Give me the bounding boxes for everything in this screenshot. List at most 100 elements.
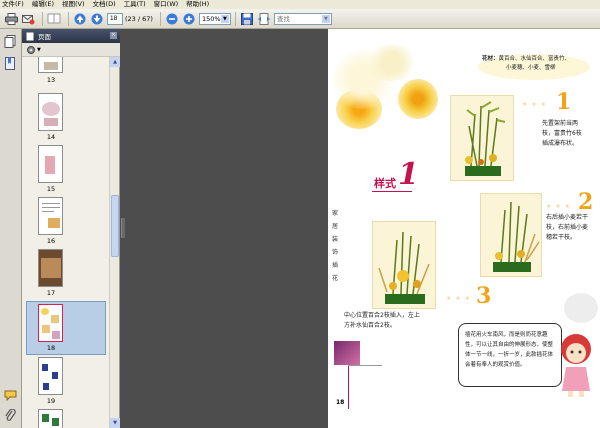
step-1-line-2: 枝，富贵竹6枝: [542, 130, 582, 137]
menu-edit[interactable]: 编辑(E): [32, 0, 54, 9]
scroll-thumb[interactable]: [111, 195, 119, 257]
thumbnail-item[interactable]: [22, 409, 110, 428]
zoom-out-button[interactable]: [165, 12, 179, 26]
thumbnail-label: 16: [46, 237, 56, 245]
side-vertical-text: 家 居 装 饰 插 花: [332, 207, 340, 285]
menu-tools[interactable]: 工具(T): [124, 0, 146, 9]
step-3-text: 中心位置百合2枝插入，左上 方补水仙百合2枝。: [344, 311, 420, 331]
thumbnail-page: [38, 57, 63, 73]
pdf-reader-window: 文件(F) 编辑(E) 视图(V) 文档(D) 工具(T) 窗口(W) 帮助(H…: [0, 0, 600, 428]
flower-decoration: [398, 79, 438, 119]
style-number: 1: [398, 157, 419, 192]
panel-title: 页面: [38, 33, 51, 41]
zoom-select[interactable]: 150% ▼: [198, 12, 231, 25]
toolbar-separator: [42, 11, 43, 26]
thumbnail-page: [38, 304, 63, 342]
tip-bubble: 插花用火车南风，而是则而花意趣性，可以让其自由的伸展形态，使整体一节一线，一折一…: [458, 323, 562, 387]
thumbnail-label: 18: [46, 344, 56, 352]
close-icon[interactable]: ×: [110, 32, 117, 39]
step-3-number: 3: [476, 283, 492, 309]
step-2-number: 2: [578, 189, 594, 215]
style-underline: [372, 191, 412, 192]
thumbnail-list: 13 14 15 16 17 18 19: [22, 57, 110, 428]
navigation-strip: [0, 29, 22, 428]
save-icon: [240, 12, 253, 25]
thumbnail-label: 17: [46, 289, 56, 297]
arrow-up-icon: [74, 13, 86, 24]
zoom-in-icon: [183, 13, 195, 24]
view-button[interactable]: [47, 12, 61, 26]
thumbnail-item[interactable]: 15: [22, 145, 110, 197]
menu-document[interactable]: 文档(D): [93, 0, 116, 9]
arrow-down-icon: [91, 13, 103, 24]
materials-label: 花材：: [482, 56, 499, 62]
thumbnail-item[interactable]: 17: [22, 249, 110, 301]
stars-decoration: ★ ★ ★: [446, 295, 471, 302]
chevron-down-icon[interactable]: ▼: [220, 14, 229, 23]
toolbar-separator: [234, 11, 236, 26]
chevron-down-icon[interactable]: ▼: [37, 47, 41, 53]
scroll-up-icon[interactable]: ▲: [110, 57, 120, 67]
previous-page-button[interactable]: [73, 12, 87, 26]
thumbnail-page: [38, 357, 63, 395]
page-view-icon: [47, 13, 61, 23]
thumbnail-page: [38, 197, 63, 235]
pages-icon[interactable]: [4, 35, 17, 48]
side-char: 插: [332, 262, 339, 269]
thumbnail-scrollbar[interactable]: ▲ ▼: [109, 57, 120, 428]
step-2-line-1: 右后插小麦若干: [546, 214, 589, 221]
step-1-photo: [450, 95, 514, 181]
decorative-brush-text: [564, 293, 598, 323]
thumbnail-item-selected[interactable]: 18: [26, 301, 106, 355]
step-3-line-1: 中心位置百合2枝插入，左上: [344, 312, 420, 319]
step-1-line-3: 插成瀑布状。: [542, 140, 579, 147]
step-1-number: 1: [556, 89, 572, 115]
thumbnail-page: [38, 145, 63, 183]
side-char: 花: [332, 275, 339, 282]
toolbar-separator: [159, 11, 161, 26]
scroll-down-icon[interactable]: ▼: [110, 418, 120, 428]
thumbnail-item[interactable]: 16: [22, 197, 110, 249]
menu-help[interactable]: 帮助(H): [186, 0, 209, 9]
materials-line-2: 小麦穗、小麦、雪柳: [506, 65, 556, 71]
thumbnail-label: 13: [46, 76, 56, 84]
panel-resize-handle[interactable]: [121, 218, 125, 238]
thumbnail-item[interactable]: 14: [22, 93, 110, 145]
search-input[interactable]: 查找 ▼: [273, 12, 332, 25]
page-number-input[interactable]: [107, 12, 123, 25]
gear-icon[interactable]: [26, 45, 36, 55]
next-page-button[interactable]: [90, 12, 104, 26]
document-view: 花材：黄百合、水仙百合、富贵竹、 小麦穗、小麦、雪柳 ★ ★ ★ 1 先置架前当…: [120, 29, 600, 428]
save-button[interactable]: [240, 12, 254, 26]
side-char: 居: [332, 223, 339, 230]
step-2-photo: [480, 193, 542, 277]
thumbnail-item[interactable]: 19: [22, 357, 110, 409]
cartoon-girl-icon: [561, 334, 591, 397]
zoom-out-icon: [166, 13, 178, 24]
step-1-text: 先置架前当两 枝，富贵竹6枝 插成瀑布状。: [542, 119, 582, 149]
email-button[interactable]: [21, 12, 35, 26]
menu-bar: 文件(F) 编辑(E) 视图(V) 文档(D) 工具(T) 窗口(W) 帮助(H…: [0, 0, 600, 9]
print-button[interactable]: [4, 12, 18, 26]
chevron-down-icon[interactable]: ▼: [321, 14, 330, 23]
materials-line-1: 黄百合、水仙百合、富贵竹、: [498, 56, 571, 62]
fit-width-button[interactable]: [257, 12, 271, 26]
zoom-in-button[interactable]: [182, 12, 196, 26]
document-page[interactable]: 花材：黄百合、水仙百合、富贵竹、 小麦穗、小麦、雪柳 ★ ★ ★ 1 先置架前当…: [328, 29, 600, 428]
bookmarks-icon[interactable]: [4, 57, 17, 70]
arrangement-image: [493, 201, 540, 272]
comments-icon[interactable]: [4, 389, 17, 402]
page-margin-line: [348, 365, 349, 409]
arrangement-image: [465, 101, 506, 176]
menu-window[interactable]: 窗口(W): [154, 0, 179, 9]
materials-text: 花材：黄百合、水仙百合、富贵竹、 小麦穗、小麦、雪柳: [482, 55, 594, 73]
attachment-icon[interactable]: [4, 409, 17, 422]
step-2-line-3: 穗若干枝。: [546, 234, 577, 241]
thumbnail-label: 19: [46, 397, 56, 405]
tip-text: 插花用火车南风，而是则而花意趣性，可以让其自由的伸展形态，使整体一节一线，一折一…: [465, 332, 554, 368]
menu-file[interactable]: 文件(F): [2, 0, 24, 9]
stars-decoration: ★ ★ ★: [546, 203, 571, 210]
step-1-line-1: 先置架前当两: [542, 120, 579, 127]
menu-view[interactable]: 视图(V): [62, 0, 85, 9]
arrangement-image: [378, 231, 430, 304]
